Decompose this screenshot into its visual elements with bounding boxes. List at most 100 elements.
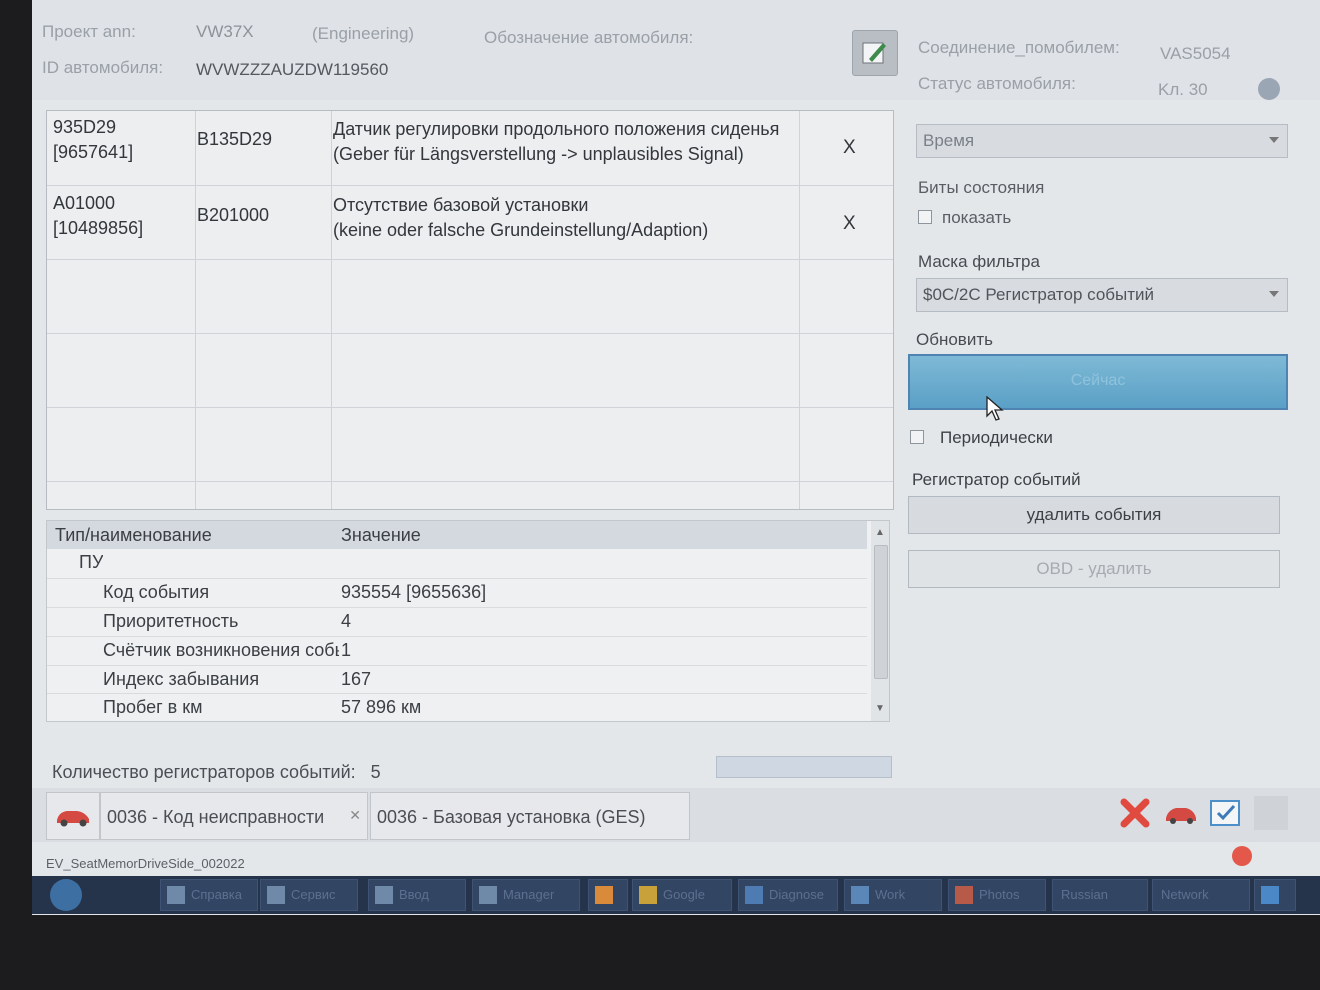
event-properties-grid: Тип/наименование Значение ПУ Код события…: [46, 520, 890, 722]
show-label: показать: [942, 208, 1012, 227]
table-row[interactable]: Приоритетность 4: [47, 607, 867, 636]
event-recorder-label: Регистратор событий: [912, 470, 1081, 489]
fault-code-cell: 935D29 [9657641]: [53, 115, 193, 165]
table-row[interactable]: Индекс забывания 167: [47, 665, 867, 694]
obd-delete-label: OBD - удалить: [1036, 559, 1152, 578]
project-value: VW37X: [196, 22, 254, 41]
fault-code-number: [10489856]: [53, 218, 144, 238]
taskbar-item-label: Сервис: [291, 887, 336, 902]
language-label: Russian: [1061, 887, 1108, 902]
taskbar-item-label: Справка: [191, 887, 242, 902]
filter-mask-value: $0C/2C Регистратор событий: [923, 285, 1155, 304]
edit-note-icon[interactable]: [852, 30, 898, 76]
show-status-bits-checkbox[interactable]: [918, 210, 932, 224]
tray-icon[interactable]: [1254, 879, 1296, 911]
refresh-label: Обновить: [916, 330, 993, 349]
row-divider: [47, 481, 893, 482]
language-indicator[interactable]: Russian: [1052, 879, 1148, 911]
taskbar-item-label: Manager: [503, 887, 555, 902]
tab-basic-setting[interactable]: 0036 - Базовая установка (GES): [370, 792, 690, 840]
car-icon[interactable]: [1164, 796, 1198, 830]
taskbar-item[interactable]: Manager: [472, 879, 580, 911]
scroll-down-icon[interactable]: ▼: [875, 703, 885, 714]
vehicle-id-value: WVWZZZAUZDW119560: [196, 60, 389, 79]
fault-mark: X: [843, 137, 856, 158]
periodic-checkbox[interactable]: [910, 430, 924, 444]
folder-icon: [167, 886, 185, 904]
periodic-label: Периодически: [940, 428, 1053, 447]
refresh-now-button[interactable]: Сейчас: [908, 354, 1288, 410]
table-row[interactable]: Код события 935554 [9655636]: [47, 578, 867, 607]
table-row[interactable]: Счётчик возникновения событий 1: [47, 636, 867, 665]
taskbar-item-label: Diagnose: [769, 887, 824, 902]
car-icon[interactable]: [46, 792, 100, 840]
taskbar-item[interactable]: Photos: [948, 879, 1046, 911]
network-icon: [1261, 886, 1279, 904]
taskbar-item[interactable]: Сервис: [260, 879, 358, 911]
col-value-header[interactable]: Значение: [341, 525, 421, 546]
taskbar-item-label: Network: [1161, 887, 1209, 902]
delete-events-button[interactable]: удалить события: [908, 496, 1280, 534]
tab-fault-memory[interactable]: 0036 - Код неисправности ✕: [100, 792, 368, 840]
property-value: 1: [341, 640, 352, 660]
property-name: Счётчик возникновения событий: [103, 640, 339, 660]
status-bits-label: Биты состояния: [918, 178, 1045, 197]
taskbar-item[interactable]: [588, 879, 628, 911]
taskbar: Справка Сервис Ввод Manager Google Diagn…: [32, 876, 1320, 914]
vehicle-designation-label: Обозначение автомобиля:: [484, 28, 694, 47]
property-value: 57 896 км: [341, 697, 422, 717]
folder-icon: [375, 886, 393, 904]
fault-description-de: (keine oder falsche Grundeinstellung/Ada…: [333, 220, 709, 240]
table-row[interactable]: A01000 [10489856] B201000 Отсутствие базо…: [47, 187, 893, 261]
fault-description-ru: Датчик регулировки продольного положения…: [333, 119, 780, 139]
fault-code-cell: A01000 [10489856]: [53, 191, 193, 241]
dtc-code: B201000: [197, 205, 270, 225]
table-row[interactable]: Пробег в км 57 896 км: [47, 693, 867, 722]
status-bar-text: EV_SeatMemorDriveSide_002022: [46, 856, 245, 871]
delete-events-label: удалить события: [1026, 505, 1162, 524]
fault-code-number: [9657641]: [53, 142, 134, 162]
start-button-icon[interactable]: [50, 879, 82, 911]
application-window: Проект ann: VW37X (Engineering) Обозначе…: [32, 0, 1320, 915]
obd-delete-button[interactable]: OBD - удалить: [908, 550, 1280, 588]
globe-icon[interactable]: [1258, 78, 1280, 100]
connection-label: Соединение_помобилем:: [918, 38, 1120, 57]
taskbar-item-label: Photos: [979, 887, 1020, 902]
property-name: Код события: [103, 582, 210, 602]
chevron-down-icon: [1269, 291, 1279, 297]
col-name-header[interactable]: Тип/наименование: [55, 525, 212, 546]
property-name: Индекс забывания: [103, 669, 260, 689]
refresh-now-label: Сейчас: [1070, 372, 1126, 389]
filter-mask-label: Маска фильтра: [918, 252, 1040, 271]
time-combo-value: Время: [923, 131, 975, 150]
scroll-thumb[interactable]: [874, 545, 888, 679]
table-row[interactable]: 935D29 [9657641] B135D29 Датчик регулиров…: [47, 111, 893, 185]
property-group-row[interactable]: ПУ: [47, 549, 867, 577]
toolbar-blank-button[interactable]: [1254, 796, 1288, 830]
taskbar-item[interactable]: Diagnose: [738, 879, 838, 911]
scroll-up-icon[interactable]: ▲: [875, 527, 885, 538]
vehicle-id-label: ID автомобиля:: [42, 58, 164, 77]
time-combo[interactable]: Время: [916, 124, 1288, 158]
taskbar-item[interactable]: Network: [1152, 879, 1250, 911]
row-divider: [47, 333, 893, 334]
taskbar-item[interactable]: Ввод: [368, 879, 466, 911]
fault-description-de: (Geber für Längsverstellung -> unplausib…: [333, 144, 744, 164]
checklist-icon[interactable]: [1208, 796, 1242, 830]
vehicle-info-header: Проект ann: VW37X (Engineering) Обозначе…: [32, 0, 1320, 100]
taskbar-item[interactable]: Справка: [160, 879, 258, 911]
record-icon[interactable]: [1232, 846, 1252, 866]
taskbar-item[interactable]: Google: [632, 879, 732, 911]
fault-description-ru: Отсутствие базовой установки: [333, 195, 589, 215]
filter-mask-select[interactable]: $0C/2C Регистратор событий: [916, 278, 1288, 312]
properties-header: Тип/наименование Значение: [47, 521, 867, 549]
event-recorder-count-label: Количество регистраторов событий:: [52, 762, 356, 782]
delete-icon[interactable]: [1118, 796, 1152, 830]
folder-icon: [267, 886, 285, 904]
tab-label: 0036 - Код неисправности: [107, 807, 325, 827]
folder-icon: [479, 886, 497, 904]
properties-scrollbar[interactable]: ▲ ▼: [871, 521, 889, 721]
close-icon[interactable]: ✕: [349, 807, 361, 824]
property-value: 4: [341, 611, 352, 631]
taskbar-item[interactable]: Work: [844, 879, 942, 911]
